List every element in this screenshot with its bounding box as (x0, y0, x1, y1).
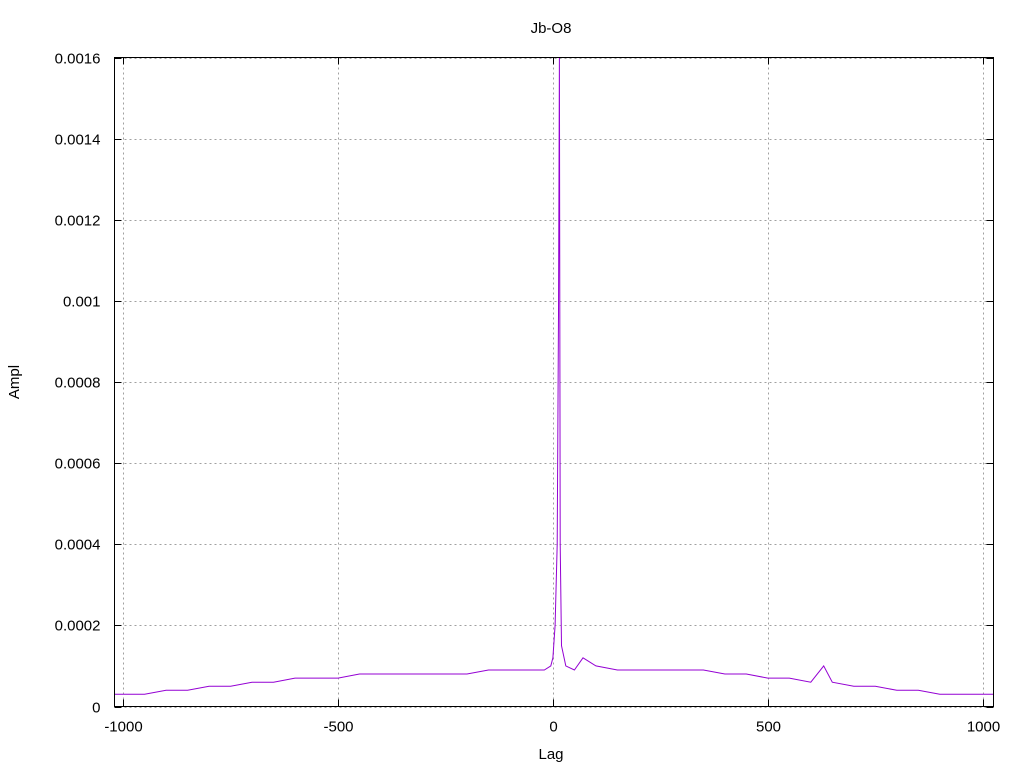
y-tick-label: 0.0016 (55, 51, 101, 68)
y-tick-label: 0 (92, 700, 100, 717)
x-tick-label: 500 (756, 719, 781, 736)
y-tick-label: 0.0008 (55, 375, 101, 392)
x-tick-label: 0 (549, 719, 557, 736)
chart: -1000 -500 0 500 1000 0 0.0002 0.0004 0.0006 0.00… (6, 20, 1001, 763)
y-tick-label: 0.0012 (55, 213, 101, 230)
tick-labels: -1000 -500 0 500 1000 0 0.0002 0.0004 0.0006 0.00… (55, 51, 1001, 736)
y-tick-label: 0.0014 (55, 132, 101, 149)
grid (114, 57, 994, 708)
x-tick-label: 1000 (967, 719, 1000, 736)
y-axis-label: Ampl (6, 365, 23, 399)
chart-title: Jb-O8 (531, 20, 572, 37)
x-axis-label: Lag (538, 746, 563, 763)
y-tick-label: 0.0006 (55, 456, 101, 473)
y-tick-label: 0.0004 (55, 537, 101, 554)
y-tick-label: 0.0002 (55, 618, 101, 635)
x-tick-label: -1000 (104, 719, 142, 736)
x-tick-label: -500 (323, 719, 353, 736)
y-tick-label: 0.001 (63, 294, 101, 311)
